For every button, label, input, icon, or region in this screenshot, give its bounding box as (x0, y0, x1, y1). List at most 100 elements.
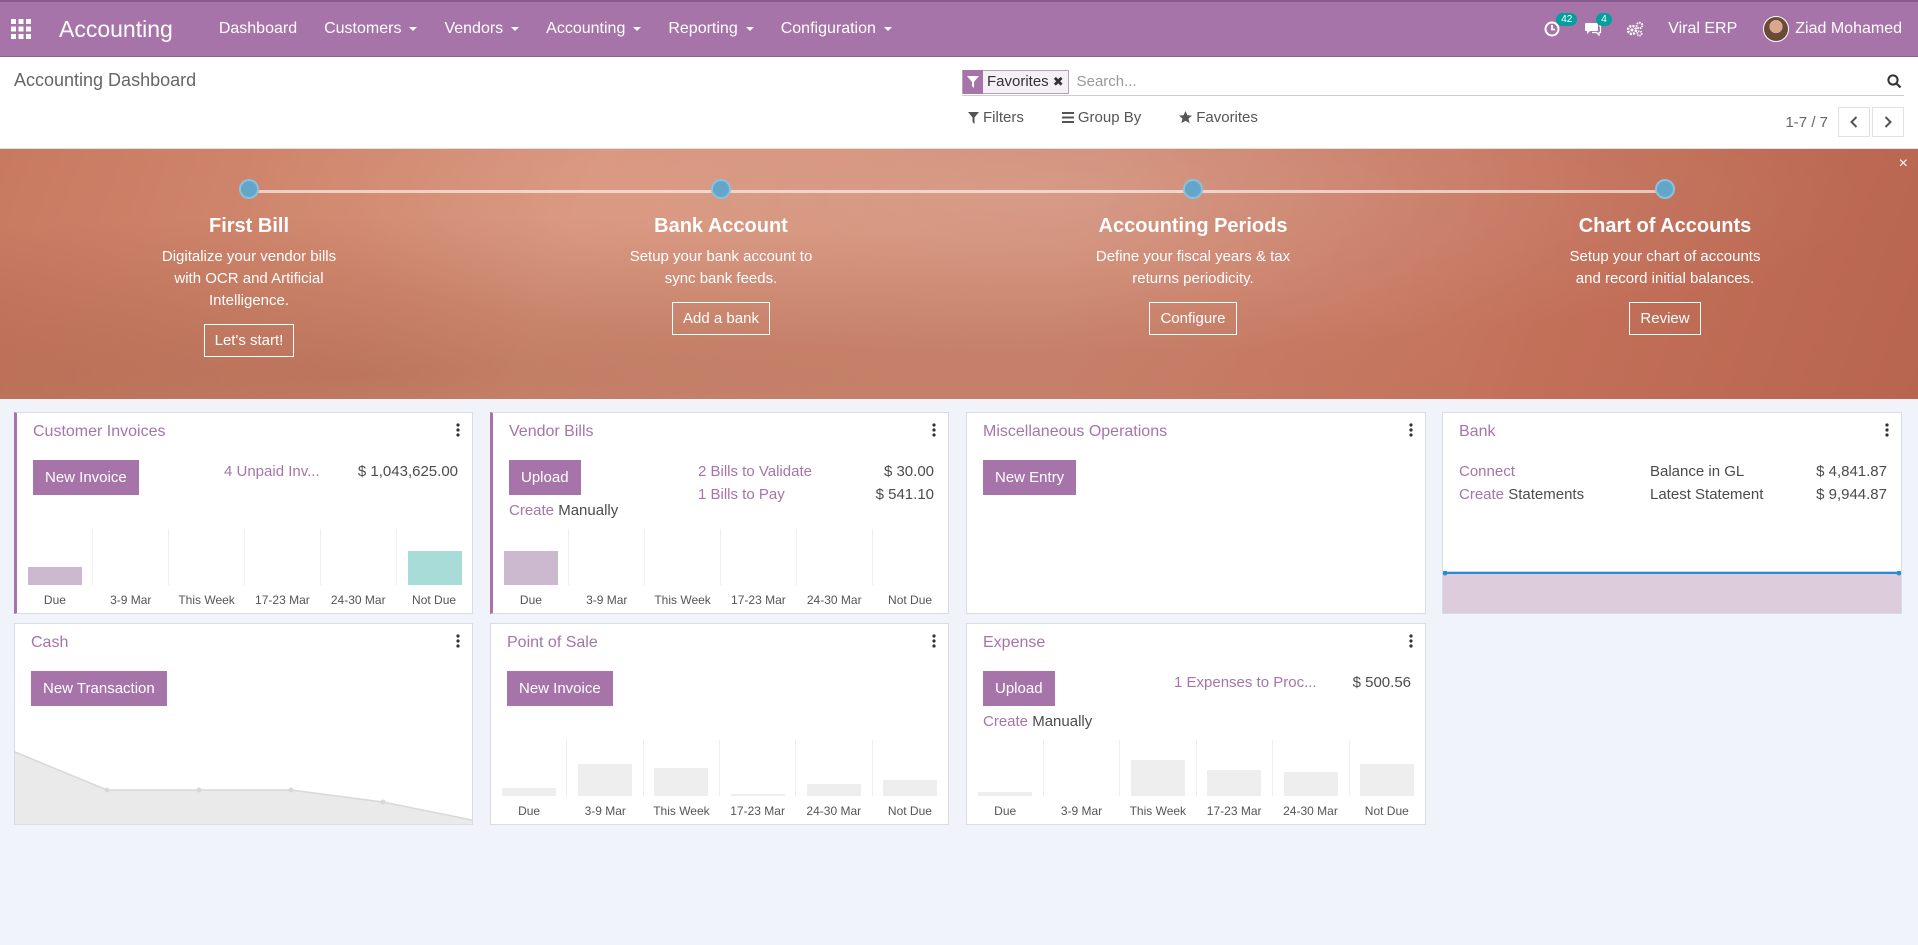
card-title[interactable]: Miscellaneous Operations (983, 423, 1167, 441)
balance-in-gl-label: Balance in GL (1650, 463, 1745, 480)
journal-card-misc-operations: Miscellaneous Operations New Entry (966, 412, 1426, 614)
review-button[interactable]: Review (1629, 302, 1701, 335)
chart-bar[interactable] (1360, 763, 1415, 796)
chevron-left-icon (1850, 116, 1858, 128)
top-navbar: Accounting Dashboard Customers Vendors A… (0, 0, 1918, 57)
card-title[interactable]: Bank (1459, 423, 1495, 441)
chart-bar[interactable] (977, 792, 1032, 796)
chart-bar[interactable] (503, 551, 558, 585)
chart-bar[interactable] (730, 793, 785, 796)
menu-dashboard[interactable]: Dashboard (219, 20, 297, 38)
journal-card-vendor-bills: Vendor Bills Upload 2 Bills to Validate … (490, 412, 949, 614)
bar-chart[interactable]: Due 3-9 Mar This Week 17-23 Mar 24-30 Mar Not… (493, 525, 948, 613)
card-title[interactable]: Customer Invoices (33, 423, 166, 441)
vertical-dots-icon[interactable] (456, 423, 460, 440)
chart-slot (967, 740, 1043, 796)
caret-down-icon (409, 27, 418, 31)
messages-button[interactable]: 4 (1584, 13, 1612, 37)
onboarding-banner: × First Bill Digitalize your vendor bill… (0, 149, 1918, 399)
company-switcher[interactable]: Viral ERP (1668, 20, 1737, 38)
create-manually: Create Manually (509, 502, 619, 519)
chart-slot (320, 529, 396, 585)
lets-start-button[interactable]: Let's start! (203, 324, 295, 357)
menu-reporting[interactable]: Reporting (668, 20, 754, 38)
chart-slot (1195, 740, 1273, 796)
vertical-dots-icon[interactable] (1409, 423, 1413, 440)
bills-to-pay-link[interactable]: 1 Bills to Pay (698, 486, 785, 503)
user-menu[interactable]: Ziad Mohamed (1763, 16, 1902, 42)
create-link[interactable]: Create (1459, 486, 1504, 503)
expenses-to-process-link[interactable]: 1 Expenses to Proc... (1174, 674, 1317, 691)
pay-amount: $ 541.10 (875, 486, 934, 503)
vertical-dots-icon[interactable] (1409, 634, 1413, 651)
journal-card-bank: Bank Connect Create Statements Balance i… (1442, 412, 1902, 614)
upload-button[interactable]: Upload (509, 460, 581, 495)
chart-bar[interactable] (806, 783, 862, 796)
search-icon[interactable] (1884, 74, 1904, 89)
pager-next-button[interactable] (1872, 107, 1904, 137)
filter-icon (963, 69, 983, 94)
add-bank-button[interactable]: Add a bank (672, 302, 770, 335)
new-entry-button[interactable]: New Entry (983, 460, 1077, 495)
chart-bar[interactable] (1207, 770, 1262, 796)
filters-dropdown[interactable]: Filters (968, 109, 1024, 126)
menu-configuration[interactable]: Configuration (781, 20, 892, 38)
create-link[interactable]: Create (509, 502, 554, 519)
search-input[interactable] (1076, 73, 1884, 90)
control-panel: Accounting Dashboard Favorites ✖ Filters… (0, 57, 1918, 149)
chart-bar[interactable] (407, 551, 462, 585)
chart-bar[interactable] (883, 780, 938, 796)
vertical-dots-icon[interactable] (1885, 423, 1889, 440)
apps-menu-icon[interactable] (0, 1, 41, 58)
new-transaction-button[interactable]: New Transaction (31, 671, 167, 706)
chart-bar[interactable] (654, 768, 709, 796)
onboarding-step-chart-of-accounts: Chart of Accounts Setup your chart of ac… (1535, 179, 1795, 335)
chart-bar[interactable] (501, 788, 556, 796)
card-title[interactable]: Point of Sale (507, 634, 598, 652)
card-title[interactable]: Cash (31, 634, 68, 652)
card-title[interactable]: Expense (983, 634, 1045, 652)
activity-button[interactable]: 42 (1544, 13, 1578, 37)
unpaid-invoices-link[interactable]: 4 Unpaid Inv... (224, 463, 320, 480)
bar-chart[interactable]: Due 3-9 Mar This Week 17-23 Mar 24-30 Mar Not… (967, 736, 1425, 824)
configure-button[interactable]: Configure (1149, 302, 1237, 335)
menu-vendors[interactable]: Vendors (444, 20, 520, 38)
app-name[interactable]: Accounting (59, 16, 173, 43)
bills-to-validate-link[interactable]: 2 Bills to Validate (698, 463, 812, 480)
connect-link[interactable]: Connect (1459, 463, 1515, 480)
menu-accounting[interactable]: Accounting (546, 20, 642, 38)
upload-button[interactable]: Upload (983, 671, 1055, 706)
create-link[interactable]: Create (983, 713, 1028, 730)
chart-slot (168, 529, 244, 585)
vertical-dots-icon[interactable] (932, 634, 936, 651)
activity-badge: 42 (1556, 13, 1578, 26)
menu-customers[interactable]: Customers (324, 20, 418, 38)
chart-bar[interactable] (577, 763, 633, 796)
chart-bar[interactable] (27, 567, 82, 585)
journal-card-point-of-sale: Point of Sale New Invoice Due 3-9 Mar This… (490, 623, 949, 825)
vertical-dots-icon[interactable] (932, 423, 936, 440)
expenses-amount: $ 500.56 (1352, 674, 1411, 691)
close-icon[interactable]: × (1899, 155, 1908, 173)
chart-bar[interactable] (1130, 760, 1185, 796)
line-chart[interactable] (14, 746, 473, 824)
line-chart[interactable] (1443, 571, 1901, 613)
bar-chart[interactable]: Due 3-9 Mar This Week 17-23 Mar 24-30 Mar Not… (17, 525, 472, 613)
caret-down-icon (511, 27, 520, 31)
chevron-right-icon (1884, 116, 1892, 128)
pager-previous-button[interactable] (1838, 107, 1870, 137)
chart-bar[interactable] (1283, 772, 1338, 796)
favorites-dropdown[interactable]: Favorites (1179, 109, 1258, 126)
bar-chart[interactable]: Due 3-9 Mar This Week 17-23 Mar 24-30 Mar Not… (491, 736, 948, 824)
card-title[interactable]: Vendor Bills (509, 423, 594, 441)
page-title: Accounting Dashboard (14, 70, 197, 90)
onboarding-step-bank-account: Bank Account Setup your bank account to … (591, 179, 851, 335)
new-invoice-button[interactable]: New Invoice (507, 671, 613, 706)
new-invoice-button[interactable]: New Invoice (33, 460, 139, 495)
settings-button[interactable] (1626, 21, 1644, 37)
facet-remove-icon[interactable]: ✖ (1053, 74, 1068, 90)
groupby-dropdown[interactable]: Group By (1061, 109, 1141, 126)
chart-bars (967, 740, 1425, 796)
pager-value[interactable]: 1-7 / 7 (1785, 114, 1828, 131)
vertical-dots-icon[interactable] (456, 634, 460, 651)
